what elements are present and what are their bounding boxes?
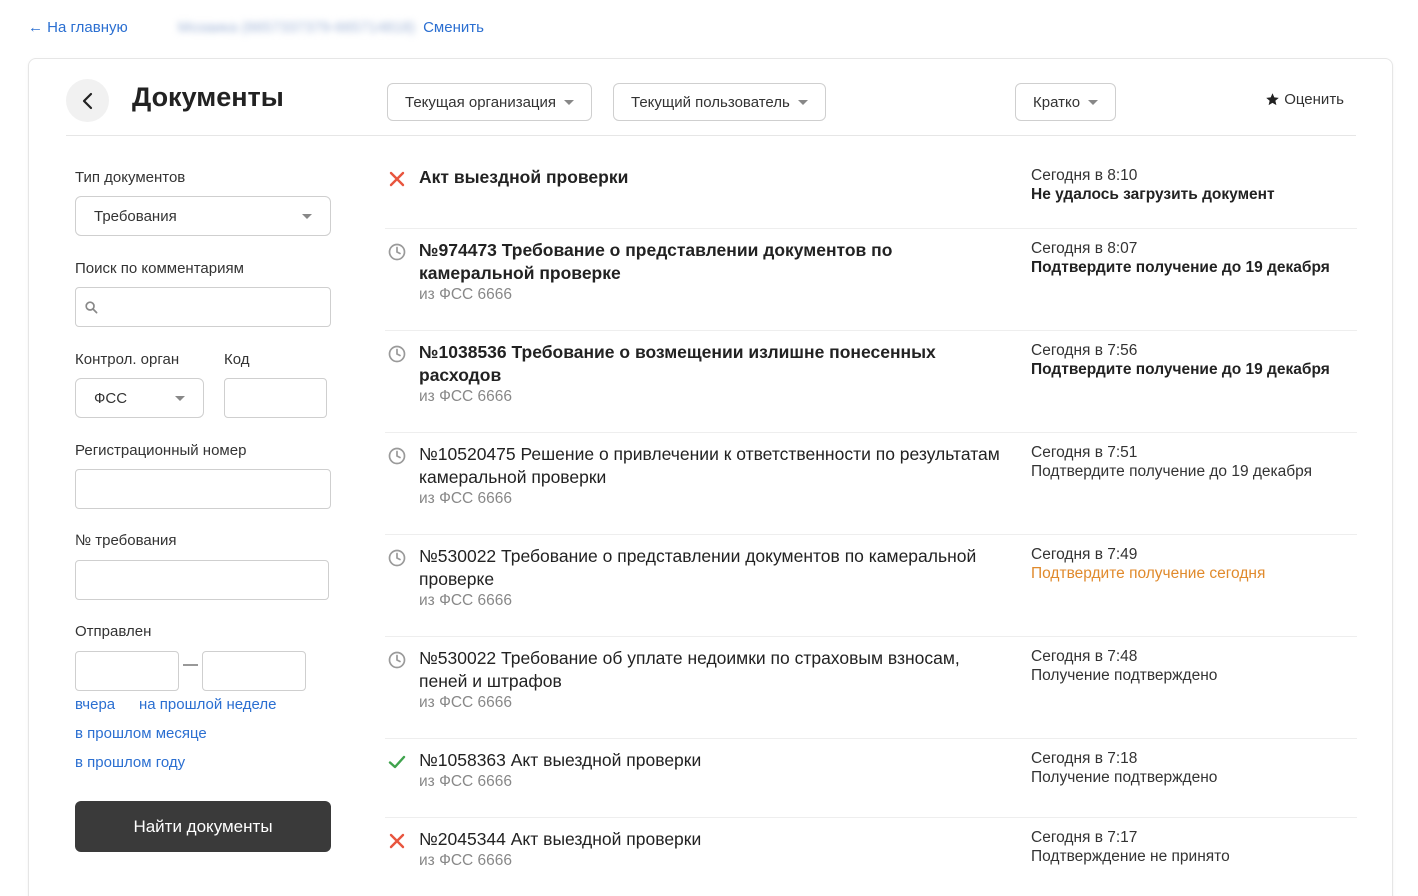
document-sender: из ФСС 6666 <box>419 592 513 609</box>
code-label: Код <box>224 351 250 368</box>
document-title[interactable]: Акт выездной проверки <box>419 166 1009 189</box>
document-time: Сегодня в 7:18 <box>1031 750 1138 767</box>
document-status: Подтвердите получение до 19 декабря <box>1031 463 1313 480</box>
reg-number-input[interactable] <box>75 469 331 509</box>
doc-type-select[interactable]: Требования <box>75 196 331 236</box>
document-time: Сегодня в 8:07 <box>1031 240 1138 257</box>
organization-filter-label: Текущая организация <box>405 93 557 111</box>
control-body-label: Контрол. орган <box>75 351 180 368</box>
document-row[interactable]: №530022 Требование о представлении докум… <box>385 545 1357 637</box>
document-time: Сегодня в 7:48 <box>1031 648 1138 665</box>
caret-down-icon <box>797 99 808 105</box>
document-status: Подтвердите получение до 19 декабря <box>1031 361 1330 378</box>
document-sender: из ФСС 6666 <box>419 388 513 405</box>
find-documents-button[interactable]: Найти документы <box>75 801 331 852</box>
doc-type-value: Требования <box>94 207 177 225</box>
error-x-icon <box>387 831 407 851</box>
document-time: Сегодня в 8:10 <box>1031 167 1138 184</box>
organization-filter-dropdown[interactable]: Текущая организация <box>387 83 593 121</box>
change-organization-link[interactable]: Сменить <box>423 19 484 36</box>
document-title[interactable]: №1038536 Требование о возмещении излишне… <box>419 341 1009 387</box>
document-row[interactable]: №1058363 Акт выездной проверки из ФСС 666… <box>385 749 1357 818</box>
document-row[interactable]: №530022 Требование об уплате недоимки по… <box>385 647 1357 739</box>
clock-icon <box>387 242 407 262</box>
document-time: Сегодня в 7:51 <box>1031 444 1138 461</box>
document-status: Получение подтверждено <box>1031 769 1218 786</box>
document-time: Сегодня в 7:49 <box>1031 546 1138 563</box>
date-to-input[interactable] <box>202 651 306 691</box>
user-filter-label: Текущий пользователь <box>631 93 790 111</box>
clock-icon <box>387 650 407 670</box>
document-title[interactable]: №530022 Требование об уплате недоимки по… <box>419 647 1009 693</box>
reg-number-label: Регистрационный номер <box>75 442 247 459</box>
view-mode-label: Кратко <box>1033 93 1081 111</box>
error-x-icon <box>387 169 407 189</box>
document-row[interactable]: №974473 Требование о представлении докум… <box>385 239 1357 331</box>
rate-button[interactable]: Оценить <box>1265 91 1344 108</box>
document-status: Получение подтверждено <box>1031 667 1218 684</box>
control-body-value: ФСС <box>94 389 128 407</box>
document-row[interactable]: №10520475 Решение о привлечении к ответс… <box>385 443 1357 535</box>
caret-down-icon <box>1088 99 1099 105</box>
topbar: ← На главную Мозаика (6657337379-6657148… <box>28 16 484 38</box>
document-sender: из ФСС 6666 <box>419 773 513 790</box>
document-sender: из ФСС 6666 <box>419 490 513 507</box>
check-icon <box>387 752 407 772</box>
quick-filter-last-week[interactable]: на прошлой неделе <box>139 696 276 713</box>
document-row[interactable]: Акт выездной проверки Сегодня в 8:10 Не уд… <box>385 166 1357 229</box>
document-title[interactable]: №2045344 Акт выездной проверки <box>419 828 1009 851</box>
page-title: Документы <box>132 82 284 112</box>
requirement-number-input[interactable] <box>75 560 329 600</box>
document-row[interactable]: №1038536 Требование о возмещении излишне… <box>385 341 1357 433</box>
current-organization-name: Мозаика (6657337379-665714818) <box>177 18 416 36</box>
caret-down-icon <box>564 99 575 105</box>
date-range-dash: — <box>183 656 198 673</box>
document-title[interactable]: №1058363 Акт выездной проверки <box>419 749 1009 772</box>
sent-label: Отправлен <box>75 623 152 640</box>
clock-icon <box>387 548 407 568</box>
requirement-number-label: № требования <box>75 532 177 549</box>
back-button[interactable] <box>66 79 109 122</box>
document-time: Сегодня в 7:56 <box>1031 342 1138 359</box>
quick-filter-last-year[interactable]: в прошлом году <box>75 754 185 771</box>
document-status: Не удалось загрузить документ <box>1031 186 1275 203</box>
document-sender: из ФСС 6666 <box>419 694 513 711</box>
document-sender: из ФСС 6666 <box>419 852 513 869</box>
view-mode-dropdown[interactable]: Кратко <box>1015 83 1117 121</box>
quick-filter-yesterday[interactable]: вчера <box>75 696 115 713</box>
comment-search-label: Поиск по комментариям <box>75 260 244 277</box>
back-to-home-link[interactable]: ← На главную <box>28 19 128 36</box>
caret-down-icon <box>175 395 185 401</box>
chevron-left-icon <box>82 92 92 109</box>
document-title[interactable]: №10520475 Решение о привлечении к ответс… <box>419 443 1009 489</box>
document-status: Подтверждение не принято <box>1031 848 1230 865</box>
clock-icon <box>387 446 407 466</box>
code-input[interactable] <box>224 378 327 418</box>
clock-icon <box>387 344 407 364</box>
header-divider <box>66 135 1356 136</box>
control-body-select[interactable]: ФСС <box>75 378 204 418</box>
document-title[interactable]: №974473 Требование о представлении докум… <box>419 239 1009 285</box>
quick-filter-last-month[interactable]: в прошлом месяце <box>75 725 207 742</box>
document-status: Подтвердите получение до 19 декабря <box>1031 259 1330 276</box>
search-icon <box>85 301 98 314</box>
document-row[interactable]: №2045344 Акт выездной проверки из ФСС 666… <box>385 828 1357 888</box>
date-from-input[interactable] <box>75 651 179 691</box>
comment-search-input[interactable] <box>75 287 331 327</box>
doc-type-label: Тип документов <box>75 169 186 186</box>
star-icon <box>1266 93 1279 106</box>
document-status: Подтвердите получение сегодня <box>1031 565 1266 582</box>
rate-label: Оценить <box>1284 91 1344 108</box>
user-filter-dropdown[interactable]: Текущий пользователь <box>613 83 826 121</box>
caret-down-icon <box>302 213 312 219</box>
document-sender: из ФСС 6666 <box>419 286 513 303</box>
document-title[interactable]: №530022 Требование о представлении докум… <box>419 545 1009 591</box>
documents-card: Документы Текущая организация Текущий по… <box>28 58 1393 896</box>
document-time: Сегодня в 7:17 <box>1031 829 1138 846</box>
